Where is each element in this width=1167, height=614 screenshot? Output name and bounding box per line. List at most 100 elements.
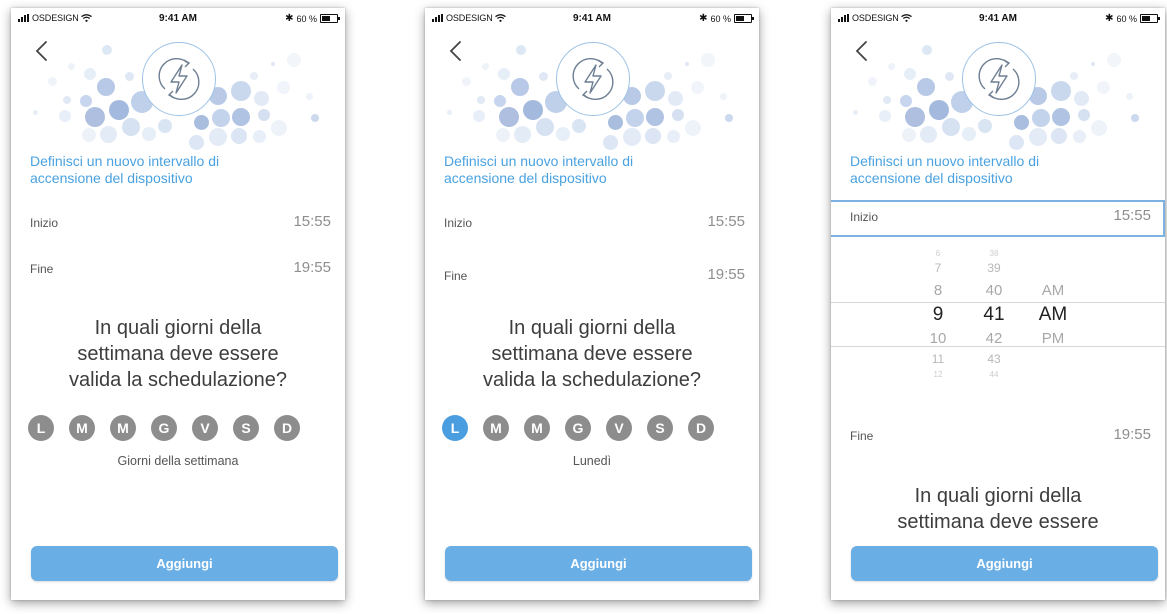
chevron-left-icon[interactable] — [853, 39, 873, 63]
day-button-0[interactable]: L — [28, 415, 54, 441]
decorative-bubble — [158, 119, 172, 133]
minute-option[interactable]: 44 — [974, 370, 1014, 379]
day-button-3[interactable]: G — [151, 415, 177, 441]
decorative-bubble — [287, 53, 301, 67]
decorative-bubble — [1078, 109, 1090, 121]
decorative-bubble — [231, 128, 247, 144]
decorative-bubble — [193, 114, 209, 130]
battery-icon — [320, 14, 340, 23]
add-button[interactable]: Aggiungi — [851, 546, 1158, 581]
start-value: 15:55 — [1113, 207, 1151, 224]
start-field[interactable]: Inizio 15:55 — [831, 200, 1165, 237]
add-button[interactable]: Aggiungi — [445, 546, 752, 581]
start-field[interactable]: Inizio 15:55 — [425, 206, 759, 238]
decorative-bubble — [664, 72, 672, 80]
decorative-bubble — [1131, 114, 1139, 122]
period-option[interactable]: PM — [1031, 330, 1075, 347]
battery-percent: 60 % — [296, 13, 317, 24]
end-value: 19:55 — [707, 266, 745, 283]
decorative-bubble — [646, 108, 664, 126]
decorative-bubble — [32, 109, 38, 115]
day-button-5[interactable]: S — [647, 415, 673, 441]
decorative-bubble — [473, 110, 485, 122]
decorative-bubble — [685, 120, 701, 136]
chevron-left-icon[interactable] — [447, 39, 467, 63]
decorative-bubble — [1013, 114, 1029, 130]
battery-percent: 60 % — [710, 13, 731, 24]
battery-fill — [322, 16, 330, 21]
minute-option[interactable]: 40 — [974, 282, 1014, 299]
decorative-bubble — [690, 80, 704, 94]
end-field[interactable]: Fine 19:55 — [425, 259, 759, 291]
day-button-0[interactable]: L — [442, 415, 468, 441]
day-button-2[interactable]: M — [110, 415, 136, 441]
decorative-bubble — [883, 96, 891, 104]
minute-option[interactable]: 41 — [974, 304, 1014, 326]
decorative-bubble — [1051, 81, 1071, 101]
period-option[interactable]: AM — [1031, 282, 1075, 299]
day-button-4[interactable]: V — [192, 415, 218, 441]
decorative-bubble — [446, 109, 452, 115]
phone-screen-2: OSDESIGN 9:41 AM ✱ 60 % Definisci un nuo… — [425, 8, 759, 600]
decorative-bubble — [209, 128, 227, 146]
decorative-bubble — [667, 90, 683, 106]
minute-option[interactable]: 42 — [974, 330, 1014, 347]
days-question: In quali giorni della settimana deve ess… — [483, 317, 701, 391]
decorative-bubble — [498, 68, 510, 80]
decorative-bubble — [102, 45, 112, 55]
hour-option[interactable]: 11 — [918, 352, 958, 366]
picker-selection-top — [831, 302, 1165, 303]
day-button-2[interactable]: M — [524, 415, 550, 441]
battery-icon — [734, 14, 754, 23]
end-label: Fine — [444, 269, 468, 283]
hour-option[interactable]: 12 — [918, 370, 958, 379]
day-button-4[interactable]: V — [606, 415, 632, 441]
decorative-bubble — [900, 95, 912, 107]
day-button-1[interactable]: M — [483, 415, 509, 441]
hour-option[interactable]: 6 — [918, 249, 958, 258]
day-button-6[interactable]: D — [274, 415, 300, 441]
start-value: 15:55 — [707, 213, 745, 230]
end-label: Fine — [30, 262, 54, 276]
decorative-bubble — [666, 129, 680, 143]
decorative-bubble — [944, 71, 954, 81]
start-label: Inizio — [444, 216, 473, 230]
hour-option[interactable]: 8 — [918, 282, 958, 299]
hour-option[interactable]: 10 — [918, 330, 958, 347]
start-value: 15:55 — [293, 213, 331, 230]
chevron-left-icon[interactable] — [33, 39, 53, 63]
decorative-bubble — [496, 128, 510, 142]
hour-option[interactable]: 7 — [918, 261, 958, 275]
decorative-bubble — [142, 127, 156, 141]
end-label: Fine — [850, 429, 874, 443]
decorative-bubble — [122, 118, 140, 136]
power-lightning-icon — [142, 42, 216, 116]
add-button[interactable]: Aggiungi — [31, 546, 338, 581]
minute-option[interactable]: 43 — [974, 352, 1014, 366]
days-caption: Lunedì — [572, 454, 612, 468]
battery-icon — [1140, 14, 1160, 23]
decorative-bubble — [645, 81, 665, 101]
start-field[interactable]: Inizio 15:55 — [11, 206, 345, 238]
bluetooth-icon: ✱ — [1105, 13, 1114, 24]
day-button-3[interactable]: G — [565, 415, 591, 441]
decorative-bubble — [607, 114, 623, 130]
minute-option[interactable]: 39 — [974, 261, 1014, 275]
decorative-bubble — [109, 100, 129, 120]
end-field[interactable]: Fine 19:55 — [831, 419, 1165, 451]
decorative-bubble — [556, 127, 570, 141]
end-field[interactable]: Fine 19:55 — [11, 252, 345, 284]
period-option[interactable]: AM — [1031, 304, 1075, 326]
day-button-1[interactable]: M — [69, 415, 95, 441]
decorative-bubble — [461, 76, 471, 86]
day-button-5[interactable]: S — [233, 415, 259, 441]
decorative-bubble — [84, 68, 96, 80]
decorative-bubble — [725, 114, 733, 122]
day-button-6[interactable]: D — [688, 415, 714, 441]
hour-option[interactable]: 9 — [918, 304, 958, 326]
power-lightning-icon — [556, 42, 630, 116]
phone-screen-3: OSDESIGN 9:41 AM ✱ 60 % Definisci un nuo… — [831, 8, 1165, 600]
time-picker[interactable]: 6 7 8 9 10 11 12 38 39 40 41 42 43 44 AM AM PM — [831, 249, 1165, 399]
minute-option[interactable]: 38 — [974, 249, 1014, 258]
decorative-bubble — [252, 129, 266, 143]
